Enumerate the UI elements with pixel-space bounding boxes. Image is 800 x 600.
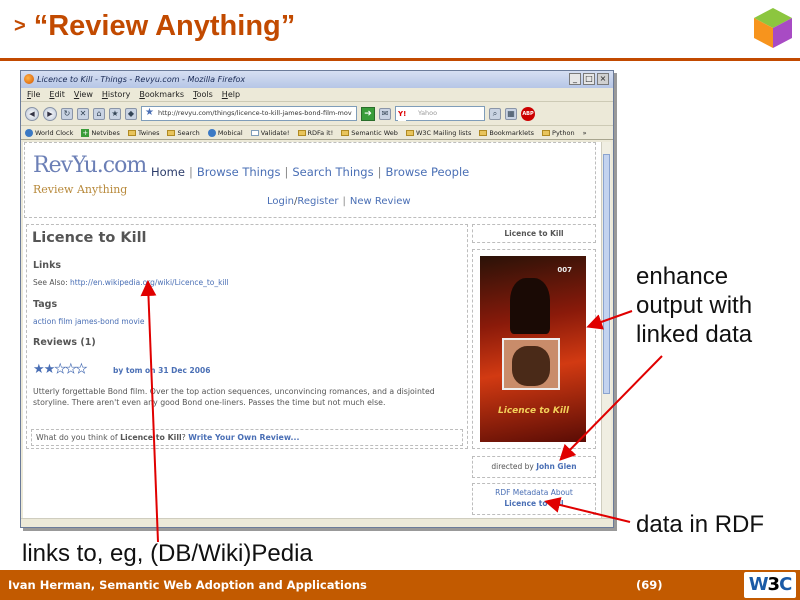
annotation-arrows: [140, 280, 663, 543]
arrow-to-poster: [586, 310, 633, 330]
arrow-to-director: [559, 355, 663, 461]
arrow-to-wikipedia: [140, 280, 159, 543]
w3c-logo: W3C: [744, 572, 796, 598]
footer-author: Ivan Herman, Semantic Web Adoption and A…: [8, 578, 367, 592]
arrow-to-rdf: [544, 497, 631, 523]
page-number: (69): [636, 578, 663, 592]
slide-footer: Ivan Herman, Semantic Web Adoption and A…: [0, 570, 800, 600]
w3c-logo-3: 3: [767, 574, 780, 595]
w3c-logo-c: C: [779, 574, 792, 595]
w3c-logo-w: W: [748, 574, 769, 595]
